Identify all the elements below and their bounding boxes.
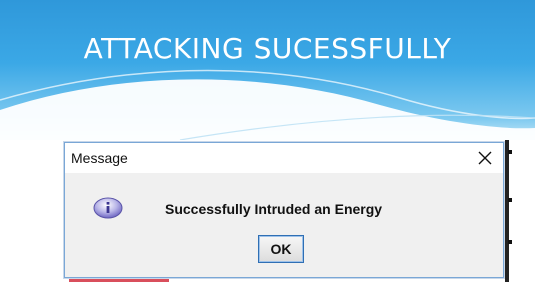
background-marker [508,150,512,154]
dialog-title: Message [71,150,128,166]
message-text: Successfully Intruded an Energy [165,201,383,217]
message-dialog: Message Successfully Intruded an Energy … [64,142,504,278]
background-marker [508,240,512,244]
dialog-titlebar[interactable]: Message [65,143,503,173]
slide-header: ATTACKING SUCESSFULLY [0,0,535,140]
wave-decoration [0,69,535,140]
info-icon [93,197,123,219]
close-button[interactable] [471,146,499,170]
background-marker [508,198,512,202]
slide-title: ATTACKING SUCESSFULLY [83,32,452,65]
ok-button[interactable]: OK [258,235,304,263]
background-window-border [505,140,509,282]
close-icon [478,151,492,165]
